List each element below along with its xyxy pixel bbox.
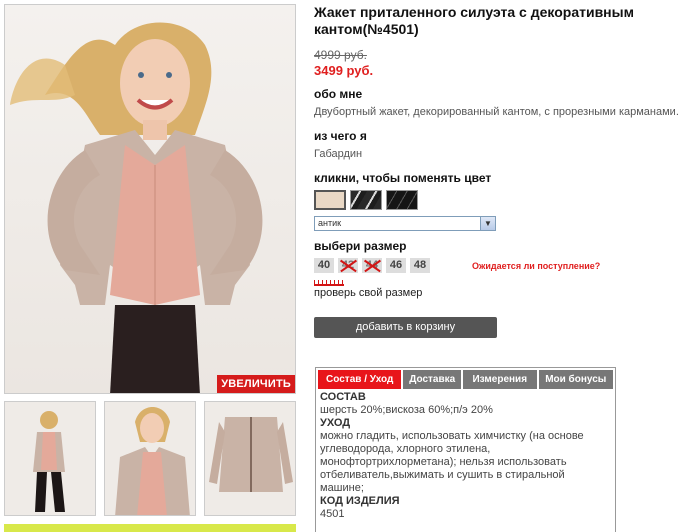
- chevron-down-icon[interactable]: ▼: [480, 217, 495, 230]
- color-swatch-beige[interactable]: [314, 190, 346, 210]
- thumbnail-front[interactable]: [104, 401, 196, 516]
- color-select-value: антик: [318, 218, 342, 228]
- product-title: Жакет приталенного силуэта с декоративны…: [314, 4, 686, 38]
- ruler-icon[interactable]: [314, 280, 344, 286]
- size-option-46[interactable]: 46: [386, 258, 406, 273]
- size-option-48[interactable]: 48: [410, 258, 430, 273]
- size-heading: выбери размер: [314, 239, 407, 253]
- tab-measurements[interactable]: Измерения: [463, 370, 537, 389]
- tab-composition-care[interactable]: Состав / Уход: [318, 370, 402, 389]
- model-photo-illustration: [10, 22, 263, 393]
- product-info: Жакет приталенного силуэта с декоративны…: [314, 4, 686, 338]
- product-title-line: кантом(№4501): [314, 21, 419, 37]
- thumbnail-image: [209, 417, 293, 492]
- tab-delivery[interactable]: Доставка: [403, 370, 462, 389]
- add-to-cart-button[interactable]: добавить в корзину: [314, 317, 497, 338]
- color-swatch-black[interactable]: [386, 190, 418, 210]
- material-text: Габардин: [314, 148, 363, 160]
- color-select[interactable]: антик ▼: [314, 216, 496, 231]
- size-selector: 40 42 44 46 48 Ожидается ли поступление?: [314, 258, 686, 273]
- thumbnail-full-body[interactable]: [4, 401, 96, 516]
- product-title-line: Жакет приталенного силуэта с декоративны…: [314, 4, 634, 20]
- color-swatches: [314, 190, 686, 210]
- check-size-link[interactable]: проверь свой размер: [314, 287, 686, 299]
- thumbnail-image: [33, 411, 65, 512]
- product-code-heading: КОД ИЗДЕЛИЯ: [320, 495, 400, 507]
- restock-inquiry-link[interactable]: Ожидается ли поступление?: [472, 261, 600, 271]
- thumbnail-strip: [4, 401, 296, 521]
- tab-content: СОСТАВ шерсть 20%;вискоза 60%;п/э 20% УХ…: [316, 389, 615, 521]
- care-text-line: монофтортрихлорметана); нельзя использов…: [320, 456, 567, 468]
- size-option-40[interactable]: 40: [314, 258, 334, 273]
- composition-heading: СОСТАВ: [320, 391, 366, 403]
- care-text-line: можно гладить, использовать химчистку (н…: [320, 430, 584, 442]
- care-text-line: машине;: [320, 482, 364, 494]
- thumbnail-image: [115, 407, 190, 515]
- size-option-44-unavailable[interactable]: 44: [362, 258, 382, 273]
- color-swatch-striped[interactable]: [350, 190, 382, 210]
- product-details-tabs: Состав / Уход Доставка Измерения Мои бон…: [315, 367, 616, 532]
- tab-bar: Состав / Уход Доставка Измерения Мои бон…: [316, 368, 615, 389]
- material-heading: из чего я: [314, 129, 367, 143]
- care-text-line: углеводорода, хлорного этилена,: [320, 443, 491, 455]
- about-text: Двубортный жакет, декорированный кантом,…: [314, 106, 679, 118]
- tab-my-bonuses[interactable]: Мои бонусы: [538, 370, 613, 389]
- care-heading: УХОД: [320, 417, 351, 429]
- size-option-42-unavailable[interactable]: 42: [338, 258, 358, 273]
- product-code-value: 4501: [320, 508, 345, 520]
- main-product-photo[interactable]: УВЕЛИЧИТЬ: [4, 4, 296, 394]
- care-text-line: отбеливатель,выжимать и сушить в стираль…: [320, 469, 565, 481]
- composition-text: шерсть 20%;вискоза 60%;п/э 20%: [320, 404, 493, 416]
- color-heading: кликни, чтобы поменять цвет: [314, 171, 492, 185]
- old-price: 4999 руб.: [314, 48, 367, 62]
- about-heading: обо мне: [314, 87, 363, 101]
- new-price: 3499 руб.: [314, 63, 374, 78]
- thumbnail-back[interactable]: [204, 401, 296, 516]
- footer-strip: [4, 524, 296, 532]
- zoom-button[interactable]: УВЕЛИЧИТЬ: [217, 375, 295, 393]
